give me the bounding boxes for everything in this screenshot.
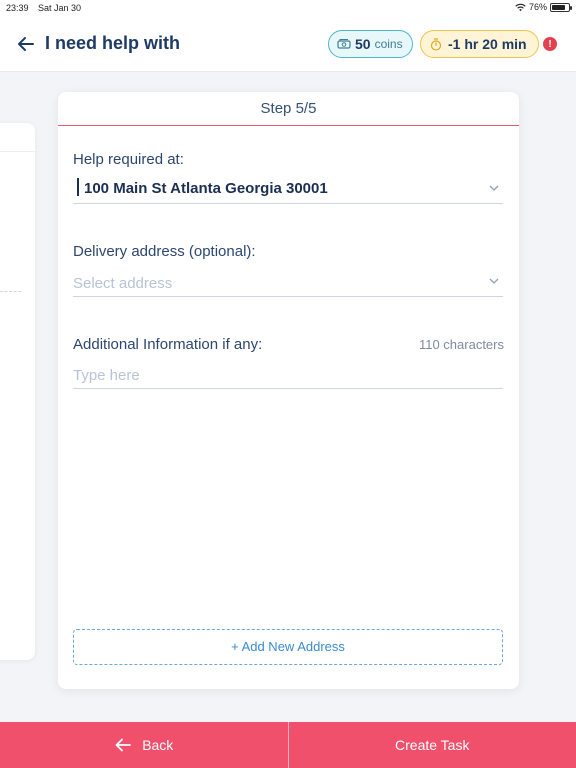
back-button-label: Back	[142, 737, 174, 753]
help-address-select[interactable]: 100 Main St Atlanta Georgia 30001	[73, 174, 503, 204]
help-address-value: 100 Main St Atlanta Georgia 30001	[84, 180, 328, 197]
chevron-down-icon	[489, 185, 499, 191]
page-title: I need help with	[45, 33, 181, 53]
coins-value: 50	[355, 36, 371, 52]
help-required-label: Help required at:	[73, 151, 184, 168]
step-card: Step 5/5 Help required at: 100 Main St A…	[58, 92, 519, 689]
status-indicators: 76%	[515, 2, 572, 12]
delivery-address-placeholder: Select address	[73, 275, 173, 292]
dashed-divider	[0, 291, 21, 292]
divider	[0, 151, 35, 152]
battery-icon	[550, 2, 572, 12]
create-task-label: Create Task	[395, 737, 470, 753]
coins-label: coins	[374, 37, 403, 51]
additional-info-label: Additional Information if any:	[73, 336, 263, 353]
add-new-address-button[interactable]: + Add New Address	[73, 629, 503, 665]
wifi-icon	[515, 3, 526, 11]
delivery-address-label: Delivery address (optional):	[73, 243, 256, 260]
back-arrow-icon[interactable]	[16, 34, 36, 54]
status-bar: 23:39 Sat Jan 30 76%	[0, 0, 576, 16]
status-date: Sat Jan 30	[38, 3, 82, 13]
status-time: 23:39	[6, 3, 29, 13]
header: I need help with 50 coins -1 hr 20 min !	[0, 16, 576, 72]
back-button[interactable]: Back	[0, 722, 289, 768]
delivery-address-select[interactable]: Select address	[73, 267, 503, 297]
chevron-down-icon	[489, 278, 499, 284]
additional-info-placeholder: Type here	[73, 367, 140, 384]
additional-info-input[interactable]: Type here	[73, 359, 503, 389]
text-caret	[77, 178, 79, 196]
previous-step-card	[0, 123, 35, 660]
coins-badge[interactable]: 50 coins	[328, 30, 413, 58]
step-indicator: Step 5/5	[58, 92, 519, 126]
stopwatch-icon	[430, 37, 442, 51]
create-task-button[interactable]: Create Task	[289, 722, 576, 768]
alert-icon[interactable]: !	[543, 37, 557, 51]
battery-percent: 76%	[528, 2, 547, 12]
timer-badge[interactable]: -1 hr 20 min	[420, 30, 539, 58]
arrow-left-icon	[115, 738, 132, 752]
timer-value: -1 hr 20 min	[448, 36, 527, 52]
coins-icon	[337, 39, 351, 49]
bottom-action-bar: Back Create Task	[0, 722, 576, 768]
character-counter: 110 characters	[418, 337, 504, 352]
